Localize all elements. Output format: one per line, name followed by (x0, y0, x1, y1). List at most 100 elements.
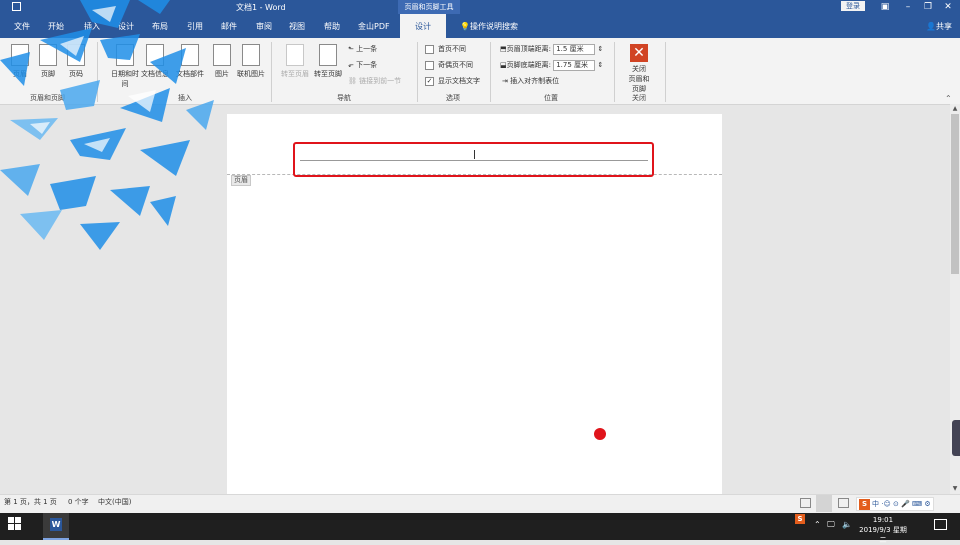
print-layout-icon[interactable] (816, 495, 832, 512)
goto-footer-button[interactable]: 转至页脚 (313, 42, 343, 88)
group-label-position: 位置 (544, 94, 558, 102)
volume-icon[interactable]: 🔈 (842, 520, 852, 529)
group-divider (97, 42, 98, 102)
close-x-icon: ✕ (630, 44, 648, 62)
sogou-tray-icon[interactable]: S (795, 514, 805, 524)
login-button[interactable]: 登录 (841, 1, 865, 11)
language-status[interactable]: 中文(中国) (98, 494, 131, 511)
previous-icon: ⬑ (348, 45, 357, 53)
header-top-distance: ⬒页眉顶端距离: 1.5 厘米 ⇕ (500, 43, 604, 55)
tab-design[interactable]: 设计 (112, 14, 140, 38)
scroll-up-icon[interactable]: ▲ (950, 104, 960, 114)
tab-file[interactable]: 文件 (8, 14, 36, 38)
title-bar (0, 0, 960, 14)
tab-references[interactable]: 引用 (181, 14, 209, 38)
online-picture-icon (242, 44, 260, 66)
next-button[interactable]: ⬐ 下一条 (348, 59, 377, 71)
page-number-button[interactable]: 页码 (61, 42, 91, 88)
spinner-icon[interactable]: ⇕ (595, 45, 603, 53)
footer-button[interactable]: 页脚 (33, 42, 63, 88)
spinner-icon[interactable]: ⇕ (595, 61, 603, 69)
ribbon-display-icon[interactable]: ▣ (875, 1, 895, 13)
show-hidden-icons-icon[interactable]: ⌃ (814, 520, 821, 529)
page-number-icon (67, 44, 85, 66)
scrollbar-thumb[interactable] (951, 114, 959, 274)
tab-header-footer-design[interactable]: 设计 (400, 14, 446, 38)
windows-start-icon[interactable] (8, 517, 22, 531)
share-button[interactable]: 👤共享 (926, 14, 952, 38)
tell-me-search[interactable]: 💡操作说明搜索 (460, 14, 518, 38)
document-info-icon (146, 44, 164, 66)
side-panel-handle[interactable] (952, 420, 960, 456)
header-top-distance-input[interactable]: 1.5 厘米 (553, 43, 596, 55)
tab-view[interactable]: 视图 (283, 14, 311, 38)
online-pictures-button[interactable]: 联机图片 (236, 42, 266, 88)
word-count-status[interactable]: 0 个字 (68, 494, 89, 511)
show-document-text-checkbox[interactable]: ✓ 显示文档文字 (425, 75, 480, 87)
checkbox-box (425, 60, 434, 70)
date-time-button[interactable]: 日期和时间 (110, 42, 140, 88)
footer-icon (39, 44, 57, 66)
tab-mailings[interactable]: 邮件 (215, 14, 243, 38)
group-divider (665, 42, 666, 102)
link-to-previous-button[interactable]: ⛓ 链接到前一节 (348, 75, 401, 87)
tab-help[interactable]: 帮助 (318, 14, 346, 38)
lightbulb-icon: 💡 (460, 22, 470, 31)
ime-toolbar[interactable]: S中 ·☺ ⊙ 🎤 ⌨ ⚙ (856, 497, 934, 511)
mouse-pointer-marker (594, 428, 606, 440)
tab-kingsoft-pdf[interactable]: 金山PDF (352, 14, 396, 38)
read-mode-icon[interactable] (800, 498, 811, 508)
document-title: 文档1 - Word (236, 3, 286, 12)
group-divider (417, 42, 418, 102)
close-header-footer-button[interactable]: ✕ 关闭 页眉和页脚 (626, 44, 652, 94)
group-divider (490, 42, 491, 102)
footer-bottom-distance: ⬓页脚底端距离: 1.75 厘米 ⇕ (500, 59, 604, 71)
group-divider (614, 42, 615, 102)
link-icon: ⛓ (348, 77, 360, 85)
network-icon[interactable]: 🖵 (827, 520, 835, 530)
clock-date: 2019/9/3 星期二 (859, 526, 907, 544)
sogou-s-icon: S (859, 499, 870, 510)
insert-alignment-tab-button[interactable]: ⇥ 插入对齐制表位 (502, 75, 559, 87)
clock-time: 19:01 (872, 516, 894, 524)
tab-insert[interactable]: 插入 (78, 14, 106, 38)
minimize-icon[interactable]: – (898, 1, 918, 13)
taskbar-clock[interactable]: 19:01 2019/9/3 星期二 (858, 515, 908, 545)
checkbox-box (425, 44, 434, 54)
tab-review[interactable]: 审阅 (250, 14, 278, 38)
person-icon: 👤 (926, 22, 936, 31)
goto-header-button[interactable]: 转至页眉 (280, 42, 310, 88)
collapse-ribbon-icon[interactable]: ⌃ (945, 94, 952, 103)
footer-bottom-distance-input[interactable]: 1.75 厘米 (553, 59, 596, 71)
quick-parts-icon (181, 44, 199, 66)
quick-parts-button[interactable]: 文档部件 (175, 42, 205, 88)
footer-position-icon: ⬓ (500, 61, 507, 69)
tab-layout[interactable]: 布局 (146, 14, 174, 38)
header-label-tag: 页眉 (231, 175, 251, 186)
group-label-close: 关闭 (632, 94, 646, 102)
restore-icon[interactable]: ❐ (918, 1, 938, 13)
save-icon[interactable] (12, 2, 21, 11)
header-position-icon: ⬒ (500, 45, 507, 53)
scroll-down-icon[interactable]: ▼ (950, 484, 960, 494)
group-label-options: 选项 (446, 94, 460, 102)
header-button[interactable]: 页眉 (5, 42, 35, 88)
pictures-button[interactable]: 图片 (207, 42, 237, 88)
close-icon[interactable]: ✕ (938, 1, 958, 13)
page-count-status[interactable]: 第 1 页，共 1 页 (4, 494, 57, 511)
word-icon: W (50, 518, 62, 531)
web-layout-icon[interactable] (838, 498, 849, 508)
different-first-page-checkbox[interactable]: 首页不同 (425, 43, 466, 55)
different-odd-even-checkbox[interactable]: 奇偶页不同 (425, 59, 473, 71)
action-center-icon[interactable] (934, 519, 947, 530)
picture-icon (213, 44, 231, 66)
next-icon: ⬐ (348, 61, 357, 69)
group-divider (271, 42, 272, 102)
alignment-tab-icon: ⇥ (502, 77, 511, 85)
group-label-navigation: 导航 (337, 94, 351, 102)
previous-button[interactable]: ⬑ 上一条 (348, 43, 377, 55)
document-info-button[interactable]: 文档信息 (140, 42, 170, 88)
header-highlight-box (293, 142, 654, 177)
goto-footer-icon (319, 44, 337, 66)
tab-home[interactable]: 开始 (42, 14, 70, 38)
